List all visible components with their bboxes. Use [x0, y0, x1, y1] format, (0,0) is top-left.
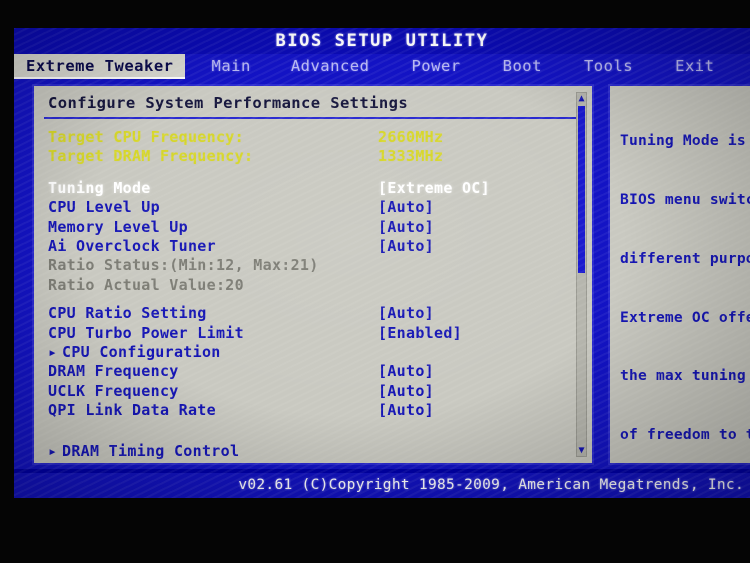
setting-label: CPU Turbo Power Limit	[48, 323, 244, 342]
info-row-target-dram-frequency: Target DRAM Frequency: 1333MHz	[48, 147, 592, 166]
settings-panel-title: Configure System Performance Settings	[48, 94, 409, 112]
info-value: 2660MHz	[378, 128, 444, 146]
tab-advanced[interactable]: Advanced	[279, 54, 382, 79]
submenu-triangle-icon: ▸	[48, 342, 58, 361]
setting-label: UCLK Frequency	[48, 381, 179, 400]
setting-value[interactable]: [Extreme OC]	[378, 179, 490, 198]
settings-rows: Target CPU Frequency: 2660MHz Target DRA…	[34, 119, 592, 462]
tab-tools[interactable]: Tools	[572, 54, 645, 79]
setting-row-cpu-level-up[interactable]: CPU Level Up [Auto]	[48, 198, 592, 217]
tab-exit[interactable]: Exit	[663, 54, 726, 79]
setting-label: Ratio Actual Value:20	[48, 275, 244, 294]
help-line: Extreme OC offe	[620, 308, 750, 326]
setting-row-dram-frequency[interactable]: DRAM Frequency [Auto]	[48, 362, 592, 381]
setting-row-ratio-actual-value: Ratio Actual Value:20	[48, 276, 592, 295]
page-title: BIOS SETUP UTILITY	[14, 28, 750, 54]
setting-label: CPU Ratio Setting	[48, 304, 207, 323]
help-panel: Tuning Mode is BIOS menu switc different…	[608, 84, 750, 465]
setting-label: CPU Level Up	[48, 198, 160, 217]
setting-row-qpi-link-data-rate[interactable]: QPI Link Data Rate [Auto]	[48, 401, 592, 420]
info-row-target-cpu-frequency: Target CPU Frequency: 2660MHz	[48, 128, 592, 147]
submenu-triangle-icon: ▸	[48, 442, 58, 461]
tab-extreme-tweaker[interactable]: Extreme Tweaker	[14, 54, 186, 79]
setting-value[interactable]: [Auto]	[378, 382, 434, 401]
setting-label: Ai Overclock Tuner	[48, 236, 216, 255]
help-line: BIOS menu switc	[620, 190, 750, 208]
help-line: different purpo	[620, 249, 750, 267]
setting-label: Memory Level Up	[48, 217, 188, 236]
setting-label: QPI Link Data Rate	[48, 401, 216, 420]
setting-value[interactable]: [Auto]	[378, 304, 434, 323]
setting-label: Ratio Status:(Min:12, Max:21)	[48, 256, 319, 275]
help-text: Tuning Mode is BIOS menu switc different…	[620, 92, 750, 463]
monitor-photo: BIOS SETUP UTILITY Extreme Tweaker Main …	[0, 0, 750, 563]
setting-row-memory-level-up[interactable]: Memory Level Up [Auto]	[48, 218, 592, 237]
setting-row-uclk-frequency[interactable]: UCLK Frequency [Auto]	[48, 382, 592, 401]
footer-copyright: v02.61 (C)Copyright 1985-2009, American …	[14, 473, 750, 498]
info-value: 1333MHz	[378, 147, 444, 166]
setting-row-cpu-turbo-power-limit[interactable]: CPU Turbo Power Limit [Enabled]	[48, 324, 592, 343]
scroll-down-arrow-icon[interactable]: ▼	[577, 445, 586, 456]
tab-main[interactable]: Main	[199, 54, 262, 79]
bios-screen: BIOS SETUP UTILITY Extreme Tweaker Main …	[14, 28, 750, 498]
setting-row-tuning-mode[interactable]: Tuning Mode [Extreme OC]	[48, 179, 592, 198]
setting-row-ratio-status: Ratio Status:(Min:12, Max:21)	[48, 256, 592, 275]
scrollbar-thumb[interactable]	[578, 106, 585, 273]
setting-value[interactable]: [Auto]	[378, 237, 434, 256]
setting-label: Tuning Mode	[48, 178, 151, 197]
help-line: the max tuning	[620, 367, 746, 385]
settings-panel: Configure System Performance Settings Ta…	[32, 84, 594, 465]
setting-row-cpu-ratio-setting[interactable]: CPU Ratio Setting [Auto]	[48, 304, 592, 323]
settings-scrollbar[interactable]: ▲ ▼	[576, 92, 587, 457]
help-line: Tuning Mode is	[620, 132, 746, 150]
setting-row-cpu-configuration[interactable]: ▸ CPU Configuration	[48, 343, 592, 362]
setting-label: DRAM Frequency	[48, 362, 179, 381]
setting-value[interactable]: [Auto]	[378, 218, 434, 237]
setting-label: DRAM Timing Control	[62, 442, 240, 461]
menu-tab-bar: Extreme Tweaker Main Advanced Power Boot…	[14, 54, 750, 79]
setting-row-dram-timing-control[interactable]: ▸ DRAM Timing Control	[48, 442, 592, 461]
setting-value[interactable]: [Auto]	[378, 198, 434, 217]
info-label: Target CPU Frequency:	[48, 128, 244, 146]
setting-value[interactable]: [Auto]	[378, 362, 434, 381]
setting-row-ai-overclock-tuner[interactable]: Ai Overclock Tuner [Auto]	[48, 237, 592, 256]
body-frame: Configure System Performance Settings Ta…	[14, 79, 750, 469]
setting-value[interactable]: [Auto]	[378, 401, 434, 420]
tab-power[interactable]: Power	[399, 54, 472, 79]
tab-boot[interactable]: Boot	[491, 54, 554, 79]
setting-value[interactable]: [Enabled]	[378, 324, 462, 343]
info-label: Target DRAM Frequency:	[48, 147, 254, 166]
help-line: of freedom to t	[620, 426, 750, 444]
setting-label: CPU Configuration	[62, 342, 221, 361]
scroll-up-arrow-icon[interactable]: ▲	[577, 93, 586, 104]
